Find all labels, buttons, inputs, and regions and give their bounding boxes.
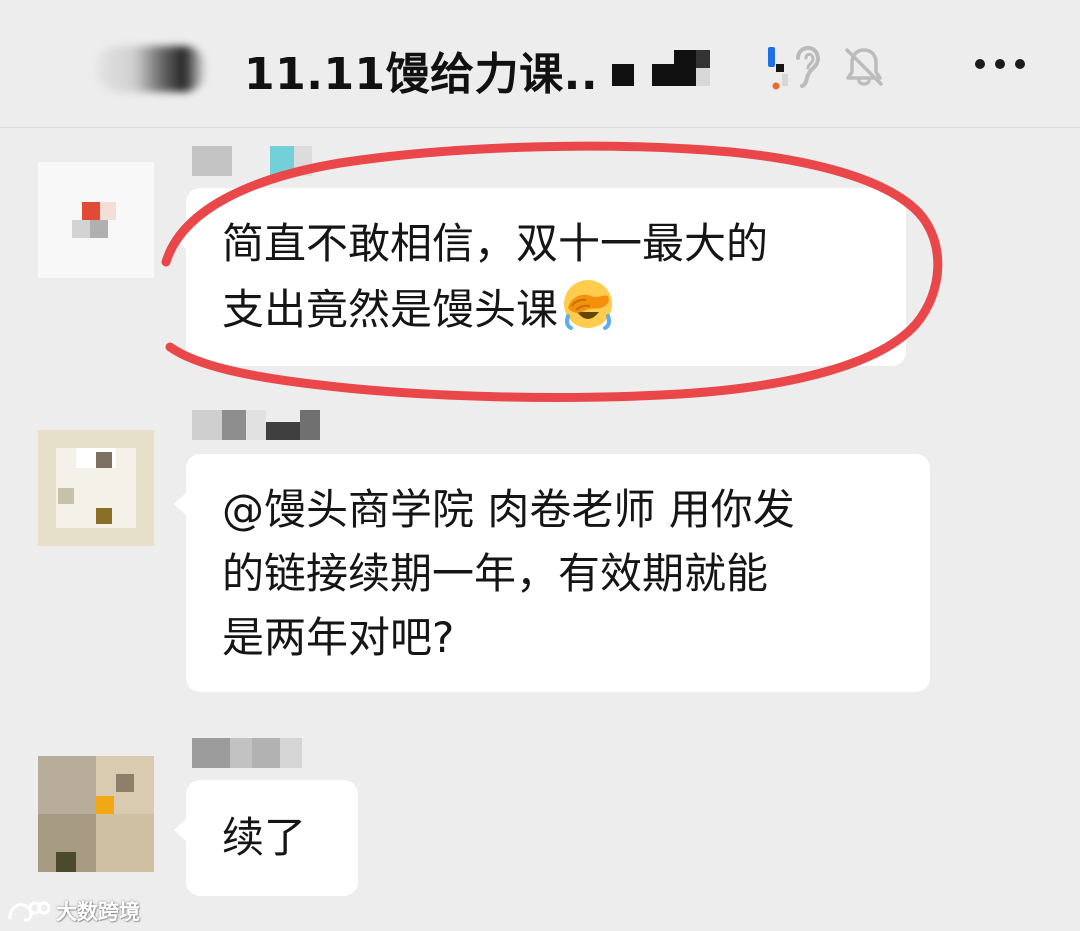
chat-window: 11.11馒给力课.. 简直不敢相信，双十一最大的 支出竟然是馒头课 @馒头商学…	[0, 0, 1080, 931]
message-line: 简直不敢相信，双十一最大的	[222, 219, 769, 268]
message-line: @馒头商学院 肉卷老师 用你发	[222, 485, 795, 534]
more-icon	[975, 59, 1025, 69]
header-status-icons	[760, 40, 900, 96]
message-line: 续了	[222, 813, 307, 862]
message-bubble[interactable]: @馒头商学院 肉卷老师 用你发 的链接续期一年，有效期就能 是两年对吧?	[174, 454, 930, 692]
title-redacted-mosaic	[612, 46, 712, 86]
watermark-logo-icon	[8, 901, 50, 922]
mute-icon	[845, 48, 883, 86]
watermark: 大数跨境	[6, 896, 140, 926]
message-line-text: 支出竟然是馒头课	[222, 285, 559, 334]
avatar[interactable]	[38, 756, 154, 872]
avatar-mosaic-piece	[72, 220, 90, 238]
ear-icon	[768, 45, 820, 90]
avatar-mosaic-piece	[56, 852, 76, 872]
avatar[interactable]	[38, 430, 154, 546]
avatar-mosaic-piece	[96, 508, 112, 524]
message-bubble[interactable]: 简直不敢相信，双十一最大的 支出竟然是馒头课	[174, 188, 906, 366]
avatar-mosaic-piece	[90, 220, 108, 238]
message-line: 支出竟然是馒头课	[222, 276, 906, 342]
avatar-mosaic-piece	[96, 814, 154, 872]
message-line: 是两年对吧?	[222, 613, 455, 662]
avatar-mosaic-piece	[96, 452, 112, 468]
avatar-mosaic-piece	[82, 202, 100, 220]
chat-header: 11.11馒给力课..	[0, 0, 1080, 128]
back-button-blurred[interactable]	[96, 46, 206, 92]
message-bubble[interactable]: 续了	[174, 780, 358, 896]
more-options-button[interactable]	[960, 44, 1040, 84]
message-line: 的链接续期一年，有效期就能	[222, 549, 769, 598]
avatar[interactable]	[38, 162, 154, 278]
avatar-mosaic-piece	[38, 756, 96, 814]
avatar-mosaic-piece	[116, 774, 134, 792]
avatar-mosaic-piece	[58, 488, 74, 504]
sender-name-redacted	[192, 146, 312, 176]
sender-name-redacted	[192, 410, 328, 440]
sender-name-redacted	[192, 738, 308, 768]
avatar-mosaic-piece	[96, 796, 114, 814]
watermark-text: 大数跨境	[56, 900, 140, 924]
avatar-mosaic-piece	[100, 202, 116, 220]
chat-title: 11.11馒给力课..	[244, 49, 599, 100]
face-with-hand-over-eyes-icon	[564, 280, 613, 330]
